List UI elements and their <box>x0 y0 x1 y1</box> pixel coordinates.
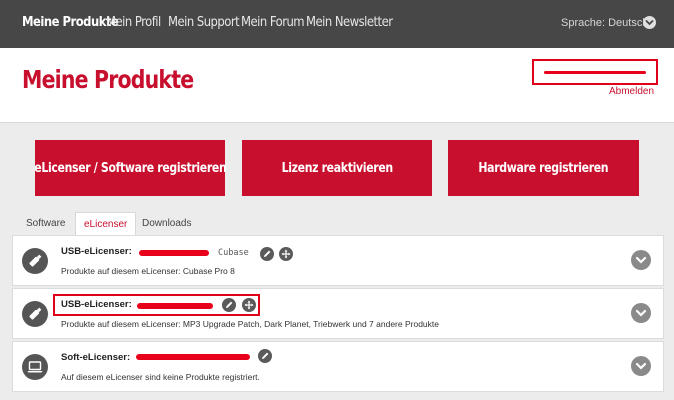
register-hardware-button[interactable]: Hardware registrieren <box>448 140 639 196</box>
register-software-button[interactable]: eLicenser / Software registrieren <box>33 140 227 196</box>
page-title: Meine Produkte <box>22 65 194 94</box>
nav-item-mein-forum[interactable]: Mein Forum <box>241 14 305 30</box>
move-arrows-icon[interactable] <box>279 247 293 261</box>
chevron-down-icon[interactable] <box>631 250 651 270</box>
nav-item-mein-profil[interactable]: Mein Profil <box>106 14 161 30</box>
pencil-icon[interactable] <box>260 247 274 261</box>
elicenser-row[interactable]: USB-eLicenser: Cubase Produkte auf diese… <box>12 235 664 286</box>
chevron-down-icon[interactable] <box>631 303 651 323</box>
register-software-label: eLicenser / Software registrieren <box>33 160 227 176</box>
user-account-redacted <box>532 59 658 85</box>
reactivate-license-button[interactable]: Lizenz reaktivieren <box>242 140 432 196</box>
serial-redaction-mark <box>139 250 209 256</box>
chevron-down-icon[interactable] <box>631 356 651 376</box>
elicenser-row[interactable]: Soft-eLicenser: Auf diesem eLicenser sin… <box>12 341 664 392</box>
usb-stick-icon <box>22 248 48 274</box>
reactivate-license-label: Lizenz reaktivieren <box>281 160 393 176</box>
laptop-icon <box>22 354 48 380</box>
redaction-mark <box>544 71 646 74</box>
pencil-icon[interactable] <box>258 349 272 363</box>
device-products: Produkte auf diesem eLicenser: Cubase Pr… <box>61 266 235 276</box>
tab-downloads[interactable]: Downloads <box>142 212 191 236</box>
device-label: USB-eLicenser: <box>61 246 132 257</box>
tab-software[interactable]: Software <box>26 212 65 236</box>
device-products: Produkte auf diesem eLicenser: MP3 Upgra… <box>61 319 439 329</box>
device-products: Auf diesem eLicenser sind keine Produkte… <box>61 372 260 382</box>
annotation-highlight-box <box>53 294 260 316</box>
tab-elicenser[interactable]: eLicenser <box>75 212 137 236</box>
logout-link[interactable]: Abmelden <box>609 86 654 97</box>
device-label: Soft-eLicenser: <box>61 352 131 363</box>
top-navigation: Meine Produkte Mein Profil Mein Support … <box>0 0 674 48</box>
language-selector-label[interactable]: Sprache: Deutsch <box>561 17 648 29</box>
nav-item-meine-produkte[interactable]: Meine Produkte <box>22 14 119 30</box>
nav-item-mein-newsletter[interactable]: Mein Newsletter <box>306 14 393 30</box>
register-hardware-label: Hardware registrieren <box>478 160 609 176</box>
device-product-type: Cubase <box>218 248 249 258</box>
serial-redaction-mark <box>136 354 250 360</box>
usb-stick-icon <box>22 301 48 327</box>
nav-item-mein-support[interactable]: Mein Support <box>168 14 240 30</box>
page-header: Meine Produkte Abmelden <box>0 48 674 123</box>
chevron-down-icon[interactable] <box>643 16 656 29</box>
